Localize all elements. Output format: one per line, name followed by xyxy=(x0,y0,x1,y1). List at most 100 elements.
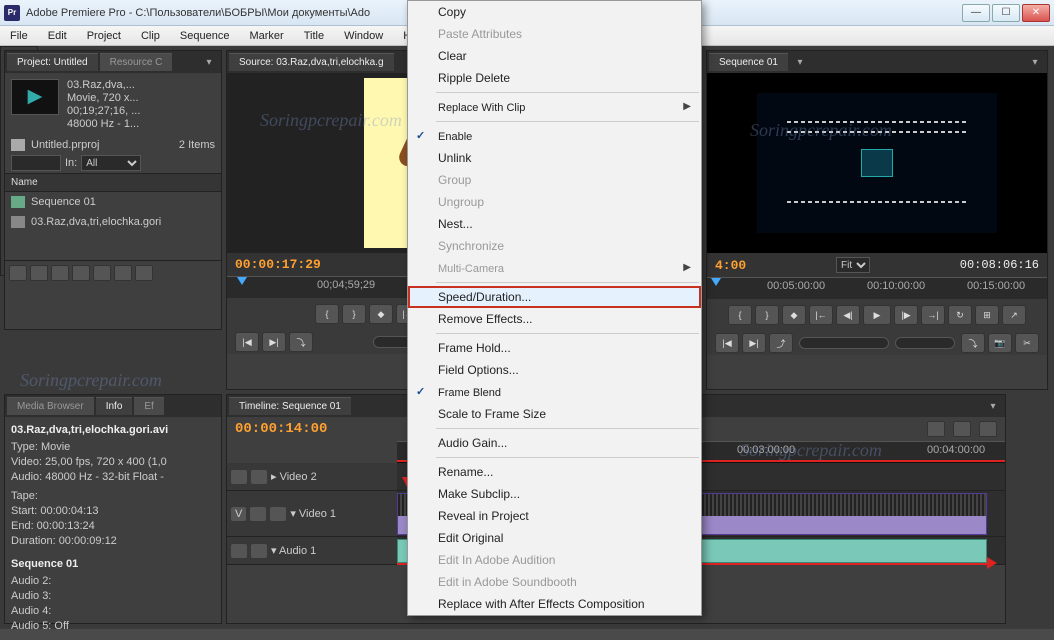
playhead-icon[interactable] xyxy=(711,278,721,286)
menu-multi-camera[interactable]: Multi-Camera▶ xyxy=(408,257,701,279)
settings-button[interactable] xyxy=(979,421,997,437)
menu-reveal-in-project[interactable]: Reveal in Project xyxy=(408,505,701,527)
trim-button[interactable]: ✂ xyxy=(1015,333,1039,353)
zoom-select[interactable]: Fit xyxy=(836,257,870,273)
menu-replace-after-effects[interactable]: Replace with After Effects Composition xyxy=(408,593,701,615)
search-input[interactable] xyxy=(11,155,61,171)
delete-button[interactable] xyxy=(135,265,153,281)
goto-prev-button[interactable]: |◀ xyxy=(235,332,259,352)
menu-edit-original[interactable]: Edit Original xyxy=(408,527,701,549)
menu-nest[interactable]: Nest... xyxy=(408,213,701,235)
menu-edit[interactable]: Edit xyxy=(38,26,77,45)
new-item-button[interactable] xyxy=(114,265,132,281)
lock-icon[interactable] xyxy=(270,507,286,521)
tab-resource-central[interactable]: Resource C xyxy=(100,53,173,71)
safe-margins-button[interactable]: ⊞ xyxy=(975,305,999,325)
set-marker-button[interactable]: ◆ xyxy=(369,304,393,324)
tab-program[interactable]: Sequence 01 xyxy=(709,53,788,71)
play-button[interactable]: ▶ xyxy=(863,305,891,325)
program-timecode-current[interactable]: 4:00 xyxy=(715,258,746,273)
mark-in-button[interactable]: { xyxy=(315,304,339,324)
menu-ungroup[interactable]: Ungroup xyxy=(408,191,701,213)
shuttle-slider[interactable] xyxy=(895,337,955,349)
menu-remove-effects[interactable]: Remove Effects... xyxy=(408,308,701,330)
menu-rename[interactable]: Rename... xyxy=(408,461,701,483)
menu-edit-in-soundbooth[interactable]: Edit in Adobe Soundbooth xyxy=(408,571,701,593)
new-bin-button[interactable] xyxy=(93,265,111,281)
menu-paste-attributes[interactable]: Paste Attributes xyxy=(408,23,701,45)
eye-icon[interactable] xyxy=(250,507,266,521)
track-header-video1[interactable]: V ▾ Video 1 xyxy=(227,491,397,537)
menu-audio-gain[interactable]: Audio Gain... xyxy=(408,432,701,454)
sequence-dropdown-icon[interactable]: ▾ xyxy=(792,55,808,69)
menu-frame-hold[interactable]: Frame Hold... xyxy=(408,337,701,359)
goto-next-button[interactable]: ▶| xyxy=(262,332,286,352)
goto-prev-edit-button[interactable]: |◀ xyxy=(715,333,739,353)
close-button[interactable]: ✕ xyxy=(1022,4,1050,22)
tab-timeline[interactable]: Timeline: Sequence 01 xyxy=(229,397,351,415)
program-video-display[interactable] xyxy=(707,73,1047,253)
loop-button[interactable]: ↻ xyxy=(948,305,972,325)
goto-next-edit-button[interactable]: ▶| xyxy=(742,333,766,353)
timeline-timecode[interactable]: 00:00:14:00 xyxy=(235,421,327,437)
v-target[interactable]: V xyxy=(231,507,246,521)
export-frame-button[interactable]: 📷 xyxy=(988,333,1012,353)
project-item-clip[interactable]: 03.Raz,dva,tri,elochka.gori xyxy=(5,212,221,232)
tab-info[interactable]: Info xyxy=(96,397,133,415)
tab-media-browser[interactable]: Media Browser xyxy=(7,397,94,415)
project-item-sequence[interactable]: Sequence 01 xyxy=(5,192,221,212)
filter-select[interactable]: All xyxy=(81,155,141,171)
menu-speed-duration[interactable]: Speed/Duration... xyxy=(408,286,701,308)
minimize-button[interactable]: — xyxy=(962,4,990,22)
lock-icon[interactable] xyxy=(251,544,267,558)
output-button[interactable]: ↗ xyxy=(1002,305,1026,325)
insert-button[interactable]: ⤵ xyxy=(289,332,313,352)
lift-button[interactable]: ⤴ xyxy=(769,333,793,353)
track-header-audio1[interactable]: ▾ Audio 1 xyxy=(227,537,397,565)
menu-unlink[interactable]: Unlink xyxy=(408,147,701,169)
find-button[interactable] xyxy=(72,265,90,281)
menu-ripple-delete[interactable]: Ripple Delete xyxy=(408,67,701,89)
automate-button[interactable] xyxy=(51,265,69,281)
mark-out-button[interactable]: } xyxy=(342,304,366,324)
menu-edit-in-audition[interactable]: Edit In Adobe Audition xyxy=(408,549,701,571)
menu-group[interactable]: Group xyxy=(408,169,701,191)
marker-button[interactable] xyxy=(953,421,971,437)
tab-project[interactable]: Project: Untitled xyxy=(7,53,98,71)
menu-project[interactable]: Project xyxy=(77,26,131,45)
panel-menu-icon[interactable]: ▾ xyxy=(985,399,1001,413)
goto-out-button[interactable]: →| xyxy=(921,305,945,325)
track-header-video2[interactable]: ▸ Video 2 xyxy=(227,463,397,491)
menu-clip[interactable]: Clip xyxy=(131,26,170,45)
menu-title[interactable]: Title xyxy=(294,26,334,45)
set-marker-button[interactable]: ◆ xyxy=(782,305,806,325)
menu-marker[interactable]: Marker xyxy=(239,26,293,45)
playhead-icon[interactable] xyxy=(237,277,247,285)
panel-menu-icon[interactable]: ▾ xyxy=(1027,55,1043,69)
menu-window[interactable]: Window xyxy=(334,26,393,45)
menu-clear[interactable]: Clear xyxy=(408,45,701,67)
menu-make-subclip[interactable]: Make Subclip... xyxy=(408,483,701,505)
menu-field-options[interactable]: Field Options... xyxy=(408,359,701,381)
icon-view-button[interactable] xyxy=(30,265,48,281)
tab-source[interactable]: Source: 03.Raz,dva,tri,elochka.g xyxy=(229,53,394,71)
column-header-name[interactable]: Name xyxy=(5,173,221,192)
menu-enable[interactable]: ✓Enable xyxy=(408,125,701,147)
extract-button[interactable]: ⤵ xyxy=(961,333,985,353)
jog-wheel[interactable] xyxy=(799,337,889,349)
menu-replace-with-clip[interactable]: Replace With Clip▶ xyxy=(408,96,701,118)
maximize-button[interactable]: ☐ xyxy=(992,4,1020,22)
program-time-ruler[interactable]: 00:05:00:00 00:10:00:00 00:15:00:00 xyxy=(707,277,1047,299)
source-timecode-current[interactable]: 00:00:17:29 xyxy=(235,257,321,272)
snap-button[interactable] xyxy=(927,421,945,437)
menu-scale-to-frame[interactable]: Scale to Frame Size xyxy=(408,403,701,425)
mark-in-button[interactable]: { xyxy=(728,305,752,325)
menu-sequence[interactable]: Sequence xyxy=(170,26,240,45)
step-forward-button[interactable]: |▶ xyxy=(894,305,918,325)
menu-frame-blend[interactable]: ✓Frame Blend xyxy=(408,381,701,403)
menu-synchronize[interactable]: Synchronize xyxy=(408,235,701,257)
panel-menu-icon[interactable]: ▾ xyxy=(201,55,217,69)
menu-file[interactable]: File xyxy=(0,26,38,45)
eye-icon[interactable] xyxy=(231,470,247,484)
lock-icon[interactable] xyxy=(251,470,267,484)
